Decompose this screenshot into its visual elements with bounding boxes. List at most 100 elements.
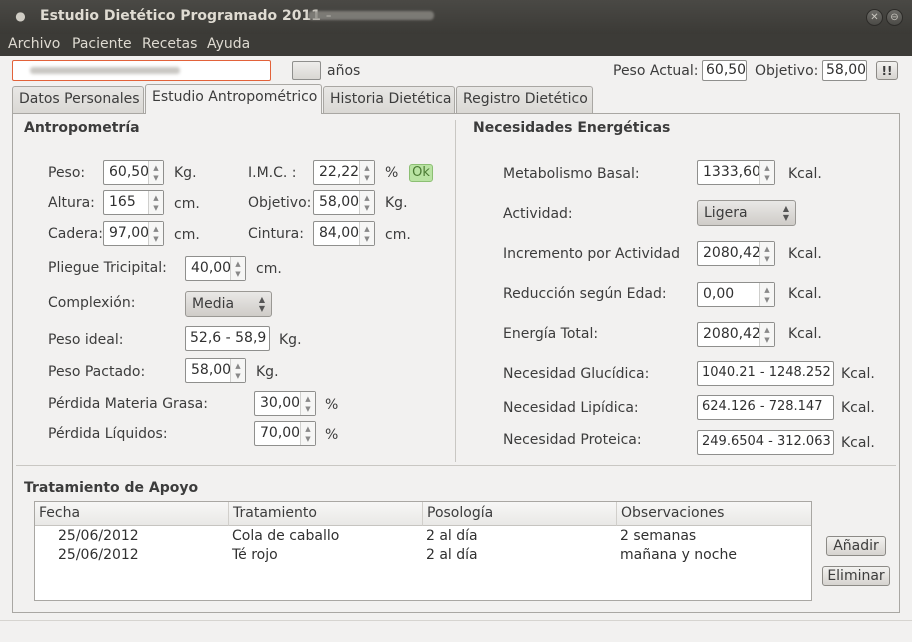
menu-archivo[interactable]: Archivo [8,36,60,52]
metabolismo-unit: Kcal. [788,166,822,182]
peso-pactado-spinner[interactable]: 58,00 ▲ ▼ [185,358,246,383]
spin-arrows-icon[interactable]: ▲ ▼ [148,222,163,245]
peso-unit: Kg. [174,165,197,181]
minimize-icon[interactable]: ✕ [866,9,883,26]
table-row[interactable]: 25/06/2012 Cola de caballo 2 al día 2 se… [35,526,811,545]
spin-arrows-icon[interactable]: ▲ ▼ [148,191,163,214]
cell-observaciones: 2 semanas [620,528,697,544]
incremento-label: Incremento por Actividad [503,246,680,262]
altura-unit: cm. [174,196,200,212]
column-header-tratamiento[interactable]: Tratamiento [229,502,423,526]
cintura-unit: cm. [385,227,411,243]
column-header-fecha[interactable]: Fecha [35,502,229,526]
menu-paciente[interactable]: Paciente [72,36,132,52]
spin-arrows-icon[interactable]: ▲ ▼ [359,191,374,214]
altura-spinner[interactable]: 165 ▲ ▼ [103,190,164,215]
objetivo-spinner[interactable]: 58,00 ▲ ▼ [313,190,375,215]
imc-ok-badge: Ok [409,164,433,182]
pliegue-value: 40,00 [191,260,232,276]
spin-arrows-icon[interactable]: ▲ ▼ [759,161,774,184]
reduccion-unit: Kcal. [788,286,822,302]
imc-value: 22,22 [319,164,360,180]
peso-actual-field[interactable]: 60,50 [702,60,747,81]
age-unit-label: años [327,63,361,79]
proteica-label: Necesidad Proteica: [503,432,642,448]
lipidica-label: Necesidad Lipídica: [503,400,639,416]
cell-fecha: 25/06/2012 [58,528,139,544]
peso-ideal-field[interactable]: 52,6 - 58,9 [185,326,270,351]
section-divider [455,120,456,462]
imc-spinner[interactable]: 22,22 ▲ ▼ [313,160,375,185]
spin-arrows-icon[interactable]: ▲ ▼ [359,161,374,184]
incremento-unit: Kcal. [788,246,822,262]
spin-arrows-icon[interactable]: ▲ ▼ [359,222,374,245]
objetivo-top-field[interactable]: 58,00 [822,60,867,81]
chevron-updown-icon: ▲ ▼ [258,295,265,313]
energia-value: 2080,42 [703,326,761,342]
menu-ayuda[interactable]: Ayuda [207,36,250,52]
tab-datos-personales[interactable]: Datos Personales [12,86,144,113]
incremento-value: 2080,42 [703,245,761,261]
perdida-grasa-label: Pérdida Materia Grasa: [48,396,208,412]
peso-spinner[interactable]: 60,50 ▲ ▼ [103,160,164,185]
delete-button[interactable]: Eliminar [822,566,890,586]
incremento-spinner[interactable]: 2080,42 ▲ ▼ [697,241,775,266]
cadera-value: 97,00 [109,225,150,241]
glucidica-label: Necesidad Glucídica: [503,366,650,382]
energia-spinner[interactable]: 2080,42 ▲ ▼ [697,322,775,347]
peso-pactado-label: Peso Pactado: [48,364,146,380]
altura-value: 165 [109,194,136,210]
tab-estudio-antropometrico[interactable]: Estudio Antropométrico [145,84,322,114]
cell-observaciones: mañana y noche [620,547,737,563]
spin-arrows-icon[interactable]: ▲ ▼ [759,283,774,306]
tab-registro-dietetico[interactable]: Registro Dietético [456,86,593,113]
reduccion-spinner[interactable]: 0,00 ▲ ▼ [697,282,775,307]
lipidica-unit: Kcal. [841,400,875,416]
perdida-liquidos-unit: % [325,427,339,443]
metabolismo-spinner[interactable]: 1333,60 ▲ ▼ [697,160,775,185]
glucidica-field[interactable]: 1040.21 - 1248.252 [697,361,834,386]
objetivo-unit: Kg. [385,195,408,211]
cell-posologia: 2 al día [426,547,478,563]
spin-arrows-icon[interactable]: ▲ ▼ [148,161,163,184]
cintura-value: 84,00 [319,225,360,241]
menu-recetas[interactable]: Recetas [142,36,197,52]
cadera-spinner[interactable]: 97,00 ▲ ▼ [103,221,164,246]
actividad-label: Actividad: [503,206,573,222]
tab-historia-dietetica[interactable]: Historia Dietética [323,86,455,113]
spin-arrows-icon[interactable]: ▲ ▼ [759,323,774,346]
spin-arrows-icon[interactable]: ▲ ▼ [300,392,315,415]
actividad-select[interactable]: Ligera ▲ ▼ [697,200,796,226]
cell-tratamiento: Té rojo [232,547,278,563]
proteica-field[interactable]: 249.6504 - 312.063 [697,430,834,455]
energia-label: Energía Total: [503,326,599,342]
lipidica-field[interactable]: 624.126 - 728.147 [697,395,834,420]
spin-arrows-icon[interactable]: ▲ ▼ [230,257,245,280]
proteica-unit: Kcal. [841,435,875,451]
column-header-posologia[interactable]: Posología [423,502,617,526]
perdida-liquidos-spinner[interactable]: 70,00 ▲ ▼ [254,421,316,446]
table-row[interactable]: 25/06/2012 Té rojo 2 al día mañana y noc… [35,545,811,564]
add-button[interactable]: Añadir [826,536,886,556]
spin-arrows-icon[interactable]: ▲ ▼ [230,359,245,382]
maximize-icon[interactable]: ⊖ [886,9,903,26]
spin-arrows-icon[interactable]: ▲ ▼ [759,242,774,265]
perdida-grasa-spinner[interactable]: 30,00 ▲ ▼ [254,391,316,416]
reduccion-value: 0,00 [703,286,735,302]
metabolismo-label: Metabolismo Basal: [503,166,640,182]
status-bar [0,620,912,642]
complexion-select[interactable]: Media ▲ ▼ [185,291,272,317]
perdida-grasa-value: 30,00 [260,395,301,411]
objetivo-value: 58,00 [319,194,360,210]
cadera-unit: cm. [174,227,200,243]
alert-button[interactable]: !! [876,61,898,80]
spin-arrows-icon[interactable]: ▲ ▼ [300,422,315,445]
tratamiento-table: Fecha Tratamiento Posología Observacione… [34,501,812,601]
altura-label: Altura: [48,195,95,211]
peso-ideal-unit: Kg. [279,332,302,348]
cintura-spinner[interactable]: 84,00 ▲ ▼ [313,221,375,246]
column-header-observaciones[interactable]: Observaciones [617,502,811,526]
pliegue-spinner[interactable]: 40,00 ▲ ▼ [185,256,246,281]
peso-pactado-unit: Kg. [256,364,279,380]
age-field[interactable] [292,61,321,80]
